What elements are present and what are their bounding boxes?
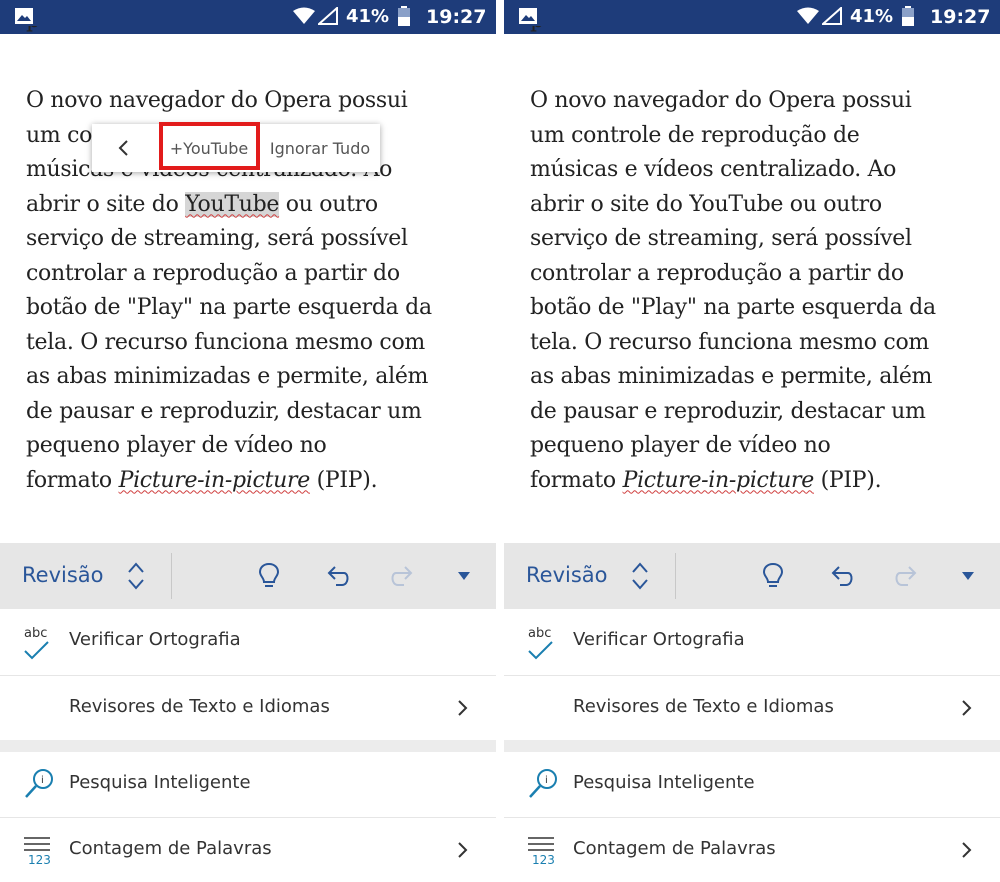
text-line: as abas minimizadas e permite, além: [26, 364, 429, 389]
text-line: formato Picture-in-picture (PIP).: [26, 467, 378, 493]
text-line: O novo navegador do Opera possui: [530, 88, 912, 113]
status-bar: 41% 19:27: [0, 0, 496, 34]
lightbulb-icon[interactable]: [758, 561, 788, 591]
menu-item-pesquisa-inteligente[interactable]: i Pesquisa Inteligente: [504, 752, 1000, 818]
undo-icon[interactable]: [322, 561, 352, 591]
document-body[interactable]: O novo navegador do Opera possui um cont…: [530, 84, 990, 498]
review-toolbar: Revisão: [504, 543, 1000, 609]
text-line: abrir o site do YouTube ou outro: [26, 191, 378, 217]
menu-item-label: Revisores de Texto e Idiomas: [69, 696, 330, 717]
svg-text:i: i: [545, 775, 548, 786]
text-line: de pausar e reproduzir, destacar um: [530, 398, 926, 424]
smart-lookup-icon: i: [529, 769, 557, 798]
battery-icon: [902, 6, 914, 26]
menu-item-label: Revisores de Texto e Idiomas: [573, 696, 834, 717]
menu-item-label: Verificar Ortografia: [69, 629, 241, 650]
clock: 19:27: [930, 6, 991, 28]
svg-text:abc: abc: [24, 626, 47, 641]
svg-text:abc: abc: [528, 626, 551, 641]
chevron-right-icon: [962, 700, 972, 716]
up-down-icon[interactable]: [628, 559, 652, 593]
cell-signal-icon: [318, 7, 338, 25]
text-line: botão de "Play" na parte esquerda da: [530, 295, 936, 320]
menu-item-contagem-palavras[interactable]: 123 Contagem de Palavras: [0, 818, 496, 882]
text-line: tela. O recurso funciona mesmo com: [26, 329, 425, 355]
misspelled-word[interactable]: YouTube: [185, 191, 279, 217]
text-line: tela. O recurso funciona mesmo com: [530, 329, 929, 355]
abc-check-icon: abc: [528, 626, 553, 660]
text-line: as abas minimizadas e permite, além: [530, 364, 933, 389]
tab-selector-label[interactable]: Revisão: [526, 563, 608, 587]
right-screen: 41% 19:27 p O novo navegador do Opera po…: [504, 0, 1000, 882]
text-line: um controle de reprodução de: [530, 122, 860, 148]
smart-lookup-icon: i: [25, 769, 53, 798]
text-line: controlar a reprodução a partir do: [530, 260, 904, 286]
word-count-icon: 123: [528, 837, 555, 867]
menu-item-label: Verificar Ortografia: [573, 629, 745, 650]
text-line: músicas e vídeos centralizado. Ao: [530, 157, 897, 182]
wifi-icon: [293, 7, 315, 24]
left-screen: 41% 19:27 p O novo navegador do Opera po…: [0, 0, 496, 882]
cutoff-text: p: [530, 26, 546, 34]
cell-signal-icon: [822, 7, 842, 25]
toolbar-divider: [675, 553, 676, 599]
battery-icon: [398, 6, 410, 26]
text-line: O novo navegador do Opera possui: [26, 88, 408, 113]
status-bar: 41% 19:27: [504, 0, 1000, 34]
gallery-icon: [519, 8, 537, 24]
redo-icon[interactable]: [388, 561, 418, 591]
chevron-right-icon: [458, 700, 468, 716]
text-line: botão de "Play" na parte esquerda da: [26, 295, 432, 320]
chevron-right-icon: [962, 842, 972, 858]
popup-back-button[interactable]: [92, 124, 156, 172]
chevron-right-icon: [458, 842, 468, 858]
text-line: controlar a reprodução a partir do: [26, 260, 400, 286]
menu-item-label: Pesquisa Inteligente: [573, 772, 755, 793]
abc-check-icon: abc: [24, 626, 49, 660]
menu-group-gap: [504, 740, 1000, 752]
menu-item-verificar-ortografia[interactable]: abc Verificar Ortografia: [504, 609, 1000, 675]
up-down-icon[interactable]: [124, 559, 148, 593]
tab-selector-label[interactable]: Revisão: [22, 563, 104, 587]
svg-text:123: 123: [532, 853, 555, 867]
menu-item-pesquisa-inteligente[interactable]: i Pesquisa Inteligente: [0, 752, 496, 818]
redo-icon[interactable]: [892, 561, 922, 591]
text-line: abrir o site do YouTube ou outro: [530, 191, 882, 217]
battery-percent: 41%: [850, 6, 894, 27]
wifi-icon: [797, 7, 819, 24]
battery-percent: 41%: [346, 6, 390, 27]
svg-text:123: 123: [28, 853, 51, 867]
caret-down-icon[interactable]: [960, 569, 976, 583]
menu-item-label: Pesquisa Inteligente: [69, 772, 251, 793]
menu-item-verificar-ortografia[interactable]: abc Verificar Ortografia: [0, 609, 496, 675]
svg-text:i: i: [41, 775, 44, 786]
cutoff-text: p: [26, 26, 42, 34]
text-line: serviço de streaming, será possível: [530, 226, 912, 251]
menu-item-revisores[interactable]: Revisores de Texto e Idiomas: [504, 676, 1000, 742]
add-to-dictionary-button[interactable]: +YouTube: [158, 124, 260, 172]
text-line: formato Picture-in-picture (PIP).: [530, 467, 882, 493]
chevron-left-icon: [118, 140, 128, 156]
menu-item-contagem-palavras[interactable]: 123 Contagem de Palavras: [504, 818, 1000, 882]
text-line: pequeno player de vídeo no: [26, 433, 327, 458]
text-line: serviço de streaming, será possível: [26, 226, 408, 251]
lightbulb-icon[interactable]: [254, 561, 284, 591]
menu-item-revisores[interactable]: Revisores de Texto e Idiomas: [0, 676, 496, 742]
word-count-icon: 123: [24, 837, 51, 867]
clock: 19:27: [426, 6, 487, 28]
review-toolbar: Revisão: [0, 543, 496, 609]
toolbar-divider: [171, 553, 172, 599]
spelling-suggestion-popup: +YouTube Ignorar Tudo: [92, 124, 380, 172]
ignore-all-button[interactable]: Ignorar Tudo: [260, 124, 380, 172]
caret-down-icon[interactable]: [456, 569, 472, 583]
menu-item-label: Contagem de Palavras: [69, 838, 272, 859]
undo-icon[interactable]: [826, 561, 856, 591]
menu-group-gap: [0, 740, 496, 752]
text-line: de pausar e reproduzir, destacar um: [26, 398, 422, 424]
gallery-icon: [15, 8, 33, 24]
text-line: pequeno player de vídeo no: [530, 433, 831, 458]
menu-item-label: Contagem de Palavras: [573, 838, 776, 859]
